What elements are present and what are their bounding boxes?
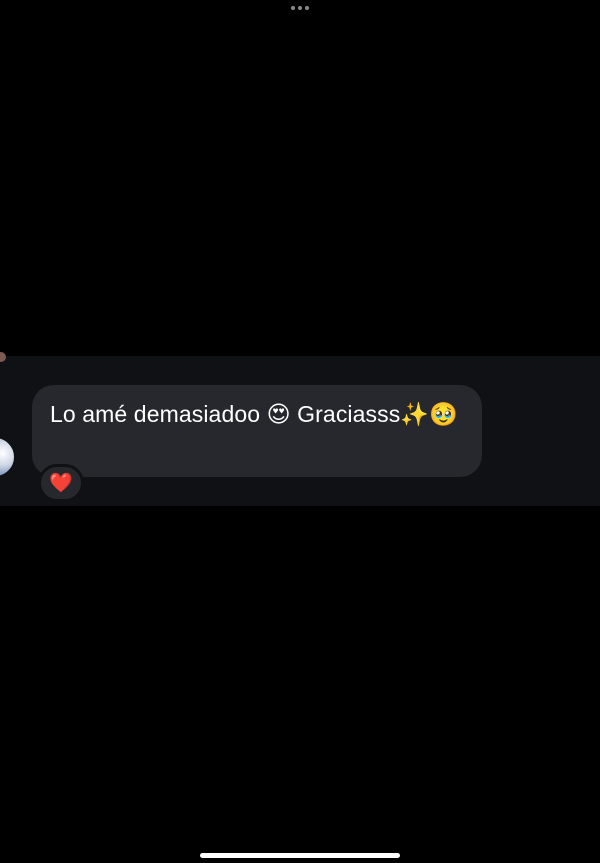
message-bubble[interactable]: Lo amé demasiadoo 😍 Graciasss✨🥹 [32,385,482,477]
message-text: Lo amé demasiadoo 😍 Graciasss✨🥹 [50,401,458,427]
message-row: Lo amé demasiadoo 😍 Graciasss✨🥹 ❤️ [0,352,600,506]
more-dot [305,6,309,10]
more-options-icon[interactable] [287,4,313,12]
screen: Lo amé demasiadoo 😍 Graciasss✨🥹 ❤️ [0,0,600,863]
sender-avatar[interactable] [0,436,16,478]
more-dot [291,6,295,10]
home-indicator[interactable] [200,853,400,858]
more-dot [298,6,302,10]
heart-reaction[interactable]: ❤️ [38,464,84,502]
previous-avatar-fragment [0,352,6,362]
